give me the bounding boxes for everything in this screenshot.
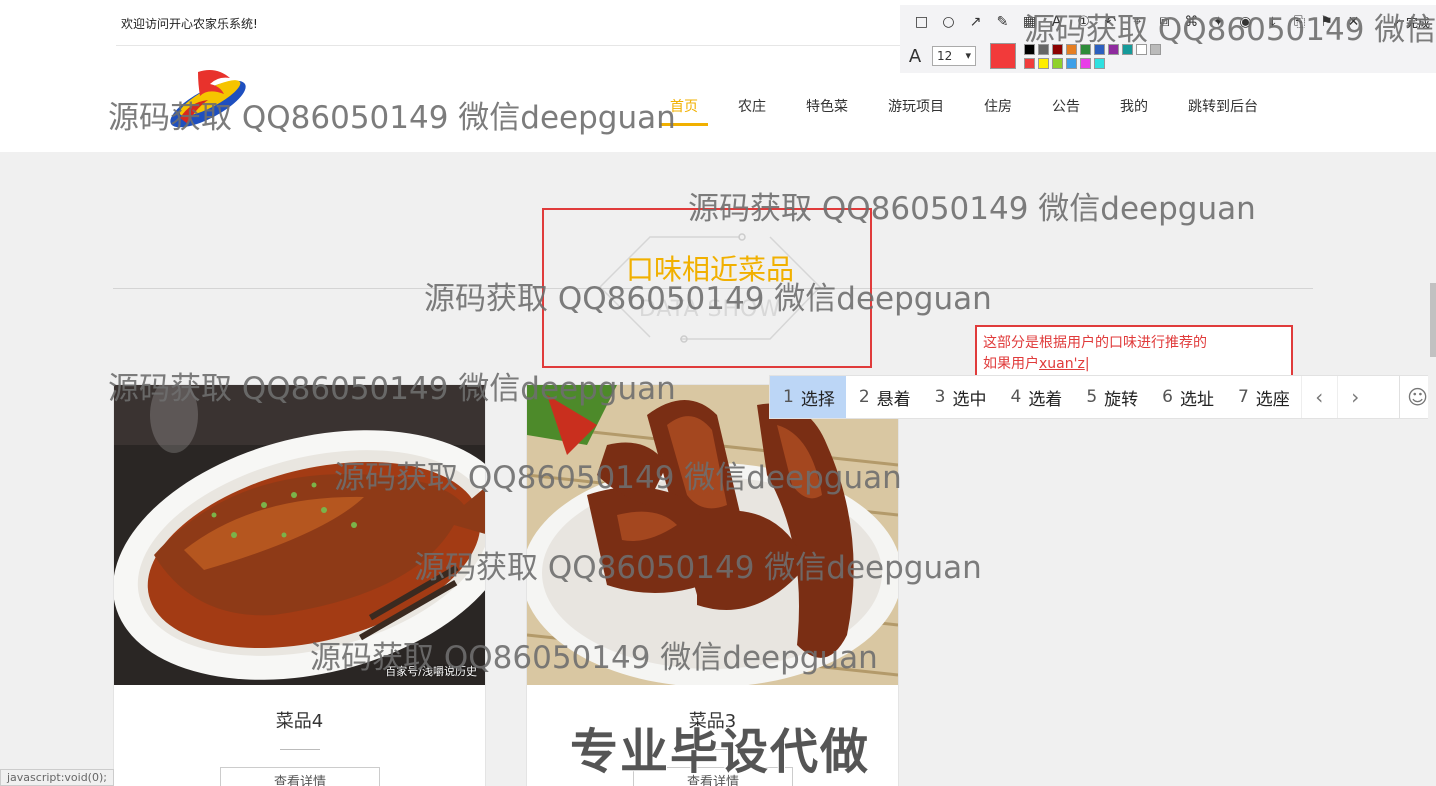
chevron-left-icon[interactable]: ‹ (1300, 376, 1337, 418)
undo-icon[interactable]: ↶ (1097, 11, 1124, 33)
ime-candidate[interactable]: 3 选中 (922, 376, 998, 418)
color-palette (1024, 43, 1161, 69)
candidate-number: 2 (858, 387, 870, 407)
ellipse-tool-icon[interactable]: ○ (935, 11, 962, 33)
dish-name: 菜品4 (275, 711, 324, 732)
candidate-number: 6 (1162, 387, 1173, 407)
pen-tool-icon[interactable]: ✎ (989, 11, 1016, 33)
font-size-select[interactable]: 12 (932, 46, 976, 66)
copy-icon[interactable]: ⎘ (1286, 11, 1313, 33)
ime-candidate[interactable]: 6 选址 (1149, 376, 1225, 418)
color-swatch[interactable] (1066, 43, 1077, 55)
candidate-text: 选中 (952, 389, 987, 410)
ime-composition-text: xuan'z (1039, 356, 1085, 372)
color-swatch[interactable] (1038, 57, 1049, 69)
color-swatch[interactable] (1080, 43, 1091, 55)
scrollbar-track[interactable] (1428, 152, 1436, 786)
done-label: 完成 (1405, 16, 1430, 30)
font-size-icon: A (908, 45, 922, 67)
color-swatch[interactable] (1052, 57, 1063, 69)
promo-overlay-text: 专业毕设代做 (569, 723, 871, 781)
color-swatch[interactable] (1052, 43, 1063, 55)
ocr-icon[interactable]: ⧉ (1151, 11, 1178, 33)
check-icon: ✓ (1392, 16, 1403, 30)
dish-card[interactable]: 百家号/浅嚼说历史 菜品4 查看详情 (113, 384, 486, 786)
candidate-text: 悬着 (876, 389, 911, 410)
text-tool-icon[interactable]: A (1043, 11, 1070, 33)
candidate-text: 选择 (800, 389, 835, 410)
translate-icon[interactable]: ⌘ (1178, 11, 1205, 33)
welcome-text: 欢迎访问开心农家乐系统! (121, 17, 258, 31)
dish-photo[interactable]: 百家号/浅嚼说历史 (114, 385, 485, 685)
nav-item-special-dishes[interactable]: 特色菜 (806, 96, 848, 116)
nav-item-farm[interactable]: 农庄 (738, 96, 766, 116)
candidate-text: 选着 (1028, 389, 1063, 410)
magic-icon[interactable]: ✦ (1205, 11, 1232, 33)
main-nav: 首页 农庄 特色菜 游玩项目 住房 公告 我的 跳转到后台 (660, 96, 1298, 126)
photo-credit: 百家号/浅嚼说历史 (385, 665, 477, 678)
candidate-text: 选座 (1255, 389, 1290, 410)
share-icon[interactable]: ⚑ (1313, 11, 1340, 33)
candidate-number: 5 (1086, 387, 1098, 407)
download-icon[interactable]: ⤓ (1259, 11, 1286, 33)
annotation-text-line: 如果用户xuan'z| (983, 354, 1285, 375)
ime-candidate[interactable]: 7 选座 (1225, 376, 1301, 418)
view-detail-button[interactable]: 查看详情 (220, 767, 380, 786)
color-swatch[interactable] (1094, 43, 1105, 55)
color-swatch[interactable] (1024, 57, 1035, 69)
scrollbar-thumb[interactable] (1430, 283, 1436, 357)
dish-photo[interactable] (527, 385, 898, 685)
nav-item-admin[interactable]: 跳转到后台 (1188, 96, 1258, 116)
annotation-tools: □ ○ ↗ ✎ ▦ A ① ↶ ⌖ ⧉ ⌘ ✦ ◉ ⤓ ⎘ ⚑ ✕ (908, 11, 1367, 33)
card-divider (280, 749, 320, 750)
nav-item-notices[interactable]: 公告 (1052, 96, 1080, 116)
nav-item-lodging[interactable]: 住房 (984, 96, 1012, 116)
annotation-text-prefix: 如果用户 (983, 356, 1039, 372)
nav-item-mine[interactable]: 我的 (1120, 96, 1148, 116)
nav-item-home[interactable]: 首页 (660, 96, 708, 126)
color-swatch[interactable] (1080, 57, 1091, 69)
candidate-number: 7 (1237, 387, 1249, 407)
color-swatch[interactable] (1066, 57, 1077, 69)
done-button[interactable]: ✓ 完成 (1392, 14, 1430, 31)
rectangle-tool-icon[interactable]: □ (908, 11, 935, 33)
color-swatch[interactable] (1094, 57, 1105, 69)
nav-item-activities[interactable]: 游玩项目 (888, 96, 944, 116)
close-icon[interactable]: ✕ (1340, 11, 1367, 33)
record-icon[interactable]: ◉ (1232, 11, 1259, 33)
annotation-rectangle[interactable] (542, 208, 872, 368)
annotation-style-row: A 12 (906, 43, 1161, 69)
text-cursor: | (1084, 356, 1090, 372)
color-swatch[interactable] (1024, 43, 1035, 55)
color-swatch[interactable] (1038, 43, 1049, 55)
mosaic-tool-icon[interactable]: ▦ (1016, 11, 1043, 33)
candidate-number: 1 (783, 387, 794, 407)
arrow-tool-icon[interactable]: ↗ (962, 11, 989, 33)
number-tool-icon[interactable]: ① (1070, 11, 1097, 33)
status-bar-url: javascript:void(0); (0, 769, 114, 786)
chevron-right-icon[interactable]: › (1336, 376, 1373, 418)
annotation-text-line: 这部分是根据用户的口味进行推荐的 (983, 335, 1207, 351)
candidate-number: 4 (1010, 387, 1022, 407)
color-swatch[interactable] (1136, 43, 1147, 55)
ime-candidate[interactable]: 1 选择 (770, 376, 846, 418)
pin-icon[interactable]: ⌖ (1124, 11, 1151, 33)
candidate-text: 选址 (1179, 389, 1214, 410)
color-swatch[interactable] (1150, 43, 1161, 55)
candidate-text: 旋转 (1104, 389, 1139, 410)
ime-candidate[interactable]: 4 选着 (997, 376, 1073, 418)
farm-logo-icon[interactable] (158, 62, 252, 136)
annotation-toolbar: □ ○ ↗ ✎ ▦ A ① ↶ ⌖ ⧉ ⌘ ✦ ◉ ⤓ ⎘ ⚑ ✕ ✓ 完成 A… (900, 5, 1436, 73)
candidate-number: 3 (934, 387, 946, 407)
ime-candidate[interactable]: 2 悬着 (846, 376, 922, 418)
color-swatch[interactable] (1122, 43, 1133, 55)
ime-candidate-bar: 1 选择 2 悬着 3 选中 4 选着 5 旋转 6 选址 7 选座 ‹ › ☺ (769, 375, 1436, 419)
current-color-swatch[interactable] (990, 43, 1016, 69)
ime-candidate[interactable]: 5 旋转 (1073, 376, 1149, 418)
color-swatch[interactable] (1108, 43, 1119, 55)
